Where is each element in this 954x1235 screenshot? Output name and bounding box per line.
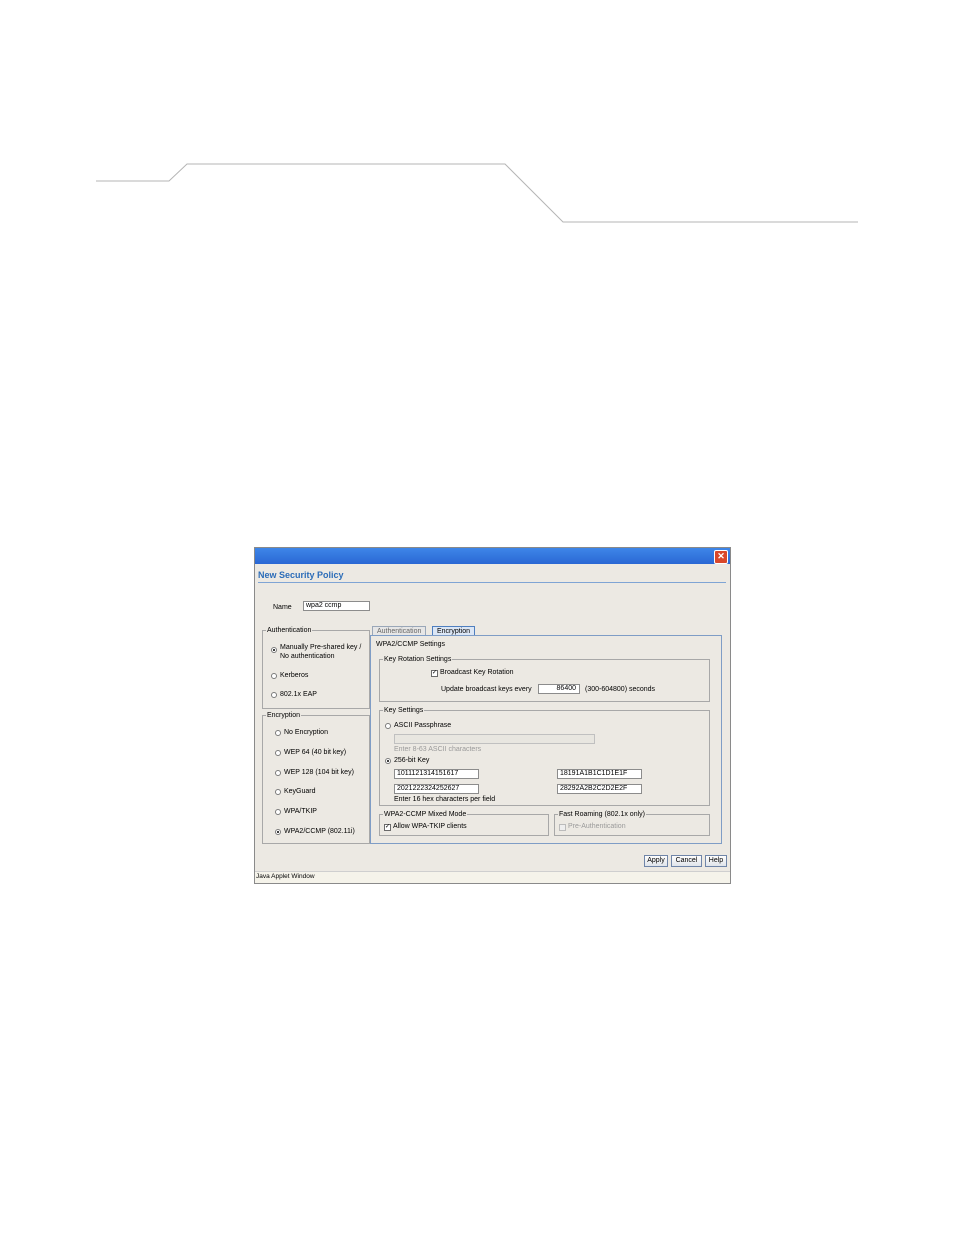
- hex-key-field-3[interactable]: 2021222324252627: [394, 784, 479, 794]
- radio-manual-psk-label-2: No authentication: [280, 653, 335, 660]
- header-rule: [96, 163, 858, 223]
- mixed-mode-title: WPA2-CCMP Mixed Mode: [383, 810, 468, 819]
- fast-roaming-group: Fast Roaming (802.1x only) Pre-Authentic…: [554, 810, 710, 836]
- security-policy-window: ✕ New Security Policy Name wpa2 ccmp Aut…: [254, 547, 731, 884]
- radio-no-encryption-label: No Encryption: [284, 729, 328, 736]
- 256-bit-key-label: 256-bit Key: [394, 757, 430, 764]
- wpa2-settings-title: WPA2/CCMP Settings: [376, 641, 445, 648]
- radio-kerberos-label: Kerberos: [280, 672, 309, 679]
- key-settings-group: Key Settings ASCII Passphrase Enter 8-63…: [379, 706, 710, 806]
- encryption-group-title: Encryption: [266, 711, 302, 720]
- help-button[interactable]: Help: [705, 855, 727, 867]
- radio-wpa-tkip-label: WPA/TKIP: [284, 808, 317, 815]
- broadcast-key-rotation-checkbox[interactable]: ✓: [431, 670, 438, 677]
- radio-wpa-tkip[interactable]: [275, 809, 281, 815]
- radio-kerberos[interactable]: [271, 673, 277, 679]
- radio-wep128[interactable]: [275, 770, 281, 776]
- key-settings-title: Key Settings: [383, 706, 425, 715]
- name-label: Name: [273, 604, 292, 611]
- update-interval-input[interactable]: 86400: [538, 684, 580, 694]
- name-input[interactable]: wpa2 ccmp: [303, 601, 370, 611]
- allow-wpa-tkip-checkbox[interactable]: ✓: [384, 824, 391, 831]
- authentication-group: Authentication Manually Pre-shared key /…: [262, 626, 370, 709]
- title-divider: [258, 582, 726, 583]
- hex-key-field-2[interactable]: 18191A1B1C1D1E1F: [557, 769, 642, 779]
- status-bar: Java Applet Window: [255, 871, 730, 883]
- radio-keyguard-label: KeyGuard: [284, 788, 316, 795]
- radio-wep64-label: WEP 64 (40 bit key): [284, 749, 347, 756]
- encryption-tab-panel: WPA2/CCMP Settings Key Rotation Settings…: [370, 635, 722, 844]
- fast-roaming-title: Fast Roaming (802.1x only): [558, 810, 646, 819]
- status-bar-text: Java Applet Window: [256, 873, 315, 880]
- authentication-group-title: Authentication: [266, 626, 313, 635]
- update-interval-label: Update broadcast keys every: [441, 686, 532, 693]
- mixed-mode-group: WPA2-CCMP Mixed Mode ✓ Allow WPA-TKIP cl…: [379, 810, 549, 836]
- radio-wep64[interactable]: [275, 750, 281, 756]
- encryption-group: Encryption No Encryption WEP 64 (40 bit …: [262, 711, 370, 844]
- hex-key-hint: Enter 16 hex characters per field: [394, 796, 496, 803]
- radio-8021x-eap-label: 802.1x EAP: [280, 691, 317, 698]
- broadcast-key-rotation-label: Broadcast Key Rotation: [440, 669, 514, 676]
- key-rotation-title: Key Rotation Settings: [383, 655, 453, 664]
- radio-wpa2-ccmp[interactable]: [275, 829, 281, 835]
- cancel-button[interactable]: Cancel: [671, 855, 702, 867]
- ascii-passphrase-hint: Enter 8-63 ASCII characters: [394, 746, 482, 753]
- radio-ascii-passphrase[interactable]: [385, 723, 391, 729]
- key-rotation-group: Key Rotation Settings ✓ Broadcast Key Ro…: [379, 655, 710, 702]
- close-icon[interactable]: ✕: [714, 550, 728, 564]
- page-header-decoration: [96, 163, 858, 223]
- hex-key-field-4[interactable]: 28292A2B2C2D2E2F: [557, 784, 642, 794]
- hex-key-field-1[interactable]: 1011121314151617: [394, 769, 479, 779]
- pre-authentication-checkbox[interactable]: [559, 824, 566, 831]
- radio-wpa2-ccmp-label: WPA2/CCMP (802.11i): [284, 828, 355, 835]
- radio-wep128-label: WEP 128 (104 bit key): [284, 769, 354, 776]
- allow-wpa-tkip-label: Allow WPA-TKIP clients: [393, 823, 467, 830]
- radio-8021x-eap[interactable]: [271, 692, 277, 698]
- radio-256-bit-key[interactable]: [385, 758, 391, 764]
- window-titlebar[interactable]: ✕: [255, 548, 730, 564]
- dialog-title: New Security Policy: [258, 570, 344, 580]
- apply-button[interactable]: Apply: [644, 855, 668, 867]
- radio-keyguard[interactable]: [275, 789, 281, 795]
- radio-no-encryption[interactable]: [275, 730, 281, 736]
- ascii-passphrase-label: ASCII Passphrase: [394, 722, 452, 729]
- update-interval-range: (300-604800) seconds: [585, 686, 656, 693]
- radio-manual-psk-label: Manually Pre-shared key /: [280, 644, 362, 651]
- pre-authentication-label: Pre-Authentication: [568, 823, 626, 830]
- radio-manual-psk[interactable]: [271, 647, 277, 653]
- ascii-passphrase-input[interactable]: [394, 734, 595, 744]
